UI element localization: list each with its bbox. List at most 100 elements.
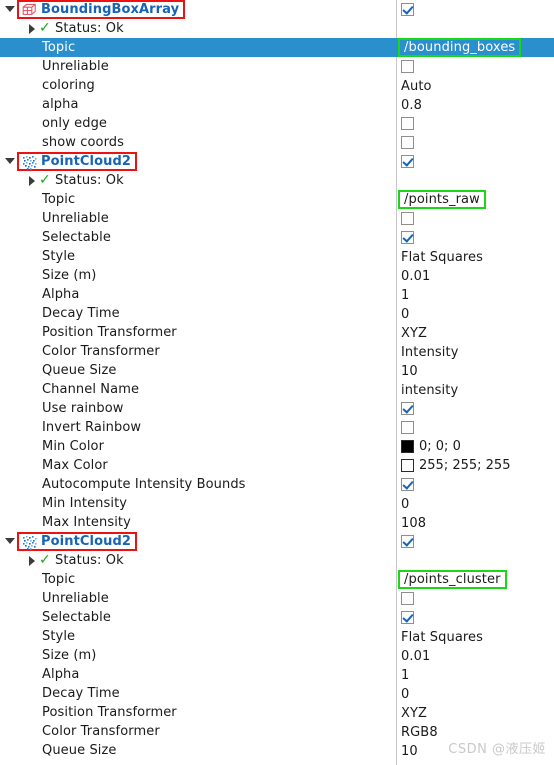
property-value[interactable]: 0.8 [398, 95, 554, 114]
property-row[interactable]: Position Transformer XYZ [0, 323, 554, 342]
property-row[interactable]: only edge [0, 114, 554, 133]
display-name-cell[interactable]: PointCloud2 [0, 532, 396, 551]
expander-triangle-icon[interactable] [26, 551, 39, 570]
property-value[interactable]: 0 [398, 684, 554, 703]
status-name-cell[interactable]: ✓ Status: Ok [0, 19, 396, 38]
property-row[interactable]: Use rainbow [0, 399, 554, 418]
property-name-cell[interactable]: Min Intensity [0, 494, 396, 513]
property-value[interactable]: Flat Squares [398, 627, 554, 646]
status-name-cell[interactable]: ✓ Status: Ok [0, 171, 396, 190]
property-value[interactable]: 0.01 [398, 646, 554, 665]
property-row[interactable]: Decay Time 0 [0, 684, 554, 703]
property-value[interactable] [398, 209, 554, 228]
display-enabled-cell[interactable] [398, 0, 554, 19]
property-value[interactable] [398, 228, 554, 247]
property-value[interactable]: 108 [398, 513, 554, 532]
display-header-row[interactable]: BoundingBoxArray [0, 0, 554, 19]
display-enabled-checkbox[interactable] [401, 535, 414, 548]
property-row[interactable]: Max Color 255; 255; 255 [0, 456, 554, 475]
property-name-cell[interactable]: Selectable [0, 608, 396, 627]
property-name-cell[interactable]: Style [0, 247, 396, 266]
property-row[interactable]: Channel Name intensity [0, 380, 554, 399]
property-row[interactable]: Size (m) 0.01 [0, 266, 554, 285]
property-name-cell[interactable]: Unreliable [0, 57, 396, 76]
property-name-cell[interactable]: Position Transformer [0, 323, 396, 342]
expander-triangle-icon[interactable] [26, 19, 39, 38]
property-name-cell[interactable]: only edge [0, 114, 396, 133]
display-name-cell[interactable]: PointCloud2 [0, 152, 396, 171]
checkbox-unchecked[interactable] [401, 117, 414, 130]
property-value[interactable]: /points_cluster [398, 570, 554, 589]
property-name-cell[interactable]: Color Transformer [0, 722, 396, 741]
property-row[interactable]: Style Flat Squares [0, 627, 554, 646]
status-name-cell[interactable]: ✓ Status: Ok [0, 551, 396, 570]
property-name-cell[interactable]: Unreliable [0, 209, 396, 228]
property-value[interactable]: XYZ [398, 703, 554, 722]
property-value[interactable]: 255; 255; 255 [398, 456, 554, 475]
property-value[interactable] [398, 608, 554, 627]
property-row[interactable]: Topic/points_raw [0, 190, 554, 209]
checkbox-checked[interactable] [401, 402, 414, 415]
property-name-cell[interactable]: Color Transformer [0, 342, 396, 361]
property-row[interactable]: Size (m) 0.01 [0, 646, 554, 665]
property-name-cell[interactable]: Topic [0, 38, 396, 57]
expander-triangle-icon[interactable] [26, 171, 39, 190]
property-name-cell[interactable]: coloring [0, 76, 396, 95]
color-swatch[interactable] [401, 459, 414, 472]
property-name-cell[interactable]: Decay Time [0, 304, 396, 323]
property-name-cell[interactable]: Channel Name [0, 380, 396, 399]
checkbox-unchecked[interactable] [401, 212, 414, 225]
expander-triangle-icon[interactable] [4, 152, 17, 171]
property-name-cell[interactable]: Min Color [0, 437, 396, 456]
display-enabled-cell[interactable] [398, 152, 554, 171]
property-value[interactable]: 1 [398, 285, 554, 304]
property-name-cell[interactable]: alpha [0, 95, 396, 114]
property-row[interactable]: Min Color 0; 0; 0 [0, 437, 554, 456]
property-name-cell[interactable]: Max Color [0, 456, 396, 475]
property-row[interactable]: Color Transformer Intensity [0, 342, 554, 361]
property-value[interactable]: Intensity [398, 342, 554, 361]
property-name-cell[interactable]: Size (m) [0, 646, 396, 665]
property-row[interactable]: Autocompute Intensity Bounds [0, 475, 554, 494]
property-name-cell[interactable]: Max Intensity [0, 513, 396, 532]
checkbox-checked[interactable] [401, 611, 414, 624]
property-name-cell[interactable]: Style [0, 627, 396, 646]
property-name-cell[interactable]: show coords [0, 133, 396, 152]
color-swatch[interactable] [401, 440, 414, 453]
checkbox-unchecked[interactable] [401, 421, 414, 434]
property-row[interactable]: Unreliable [0, 209, 554, 228]
property-value[interactable]: 10 [398, 361, 554, 380]
property-row[interactable]: Topic/points_cluster [0, 570, 554, 589]
property-name-cell[interactable]: Alpha [0, 285, 396, 304]
display-enabled-cell[interactable] [398, 532, 554, 551]
property-value[interactable]: 0 [398, 494, 554, 513]
property-row[interactable]: Position Transformer XYZ [0, 703, 554, 722]
property-name-cell[interactable]: Queue Size [0, 741, 396, 760]
display-enabled-checkbox[interactable] [401, 3, 414, 16]
display-header-row[interactable]: PointCloud2 [0, 152, 554, 171]
display-enabled-checkbox[interactable] [401, 155, 414, 168]
property-row[interactable]: Selectable [0, 608, 554, 627]
property-value[interactable] [398, 418, 554, 437]
checkbox-checked[interactable] [401, 231, 414, 244]
property-value[interactable]: /bounding_boxes [398, 38, 554, 57]
property-row[interactable]: Topic/bounding_boxes [0, 38, 554, 57]
property-row[interactable]: Alpha 1 [0, 285, 554, 304]
property-name-cell[interactable]: Decay Time [0, 684, 396, 703]
status-row[interactable]: ✓ Status: Ok [0, 551, 554, 570]
property-name-cell[interactable]: Topic [0, 570, 396, 589]
property-value[interactable] [398, 589, 554, 608]
property-row[interactable]: show coords [0, 133, 554, 152]
property-row[interactable]: Selectable [0, 228, 554, 247]
property-value[interactable]: Auto [398, 76, 554, 95]
property-value[interactable] [398, 475, 554, 494]
property-tree[interactable]: BoundingBoxArray ✓ Status: Ok Topic/boundin… [0, 0, 554, 760]
property-name-cell[interactable]: Use rainbow [0, 399, 396, 418]
property-row[interactable]: Decay Time 0 [0, 304, 554, 323]
checkbox-unchecked[interactable] [401, 592, 414, 605]
property-name-cell[interactable]: Queue Size [0, 361, 396, 380]
property-name-cell[interactable]: Topic [0, 190, 396, 209]
property-row[interactable]: Queue Size 10 [0, 361, 554, 380]
property-value[interactable] [398, 399, 554, 418]
property-value[interactable]: Flat Squares [398, 247, 554, 266]
